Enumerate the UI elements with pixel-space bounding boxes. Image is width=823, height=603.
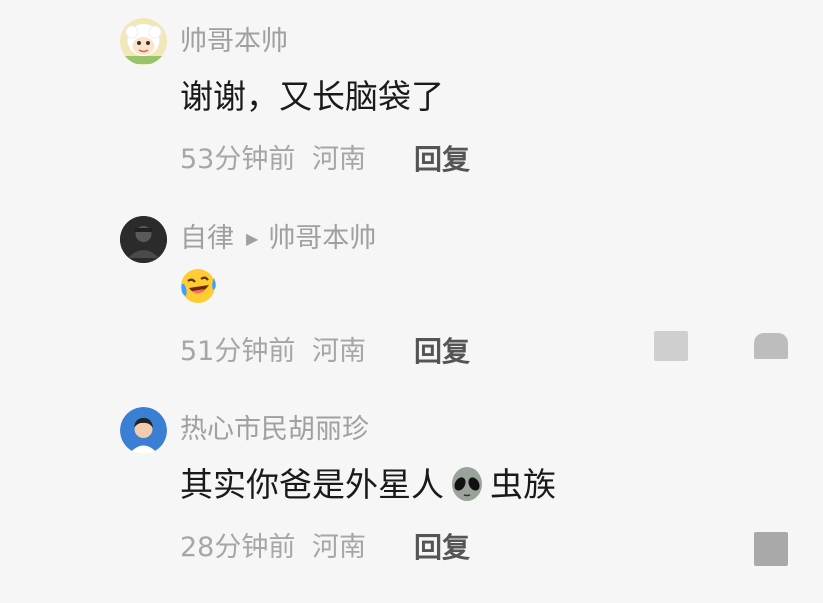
person-photo-avatar-icon <box>120 407 167 454</box>
comment-time: 28分钟前 <box>180 532 296 563</box>
like-icon[interactable] <box>754 532 788 566</box>
comment-meta: 28分钟前 河南 <box>180 531 366 565</box>
avatar[interactable] <box>120 407 167 454</box>
comment-text: 其实你爸是外星人 虫族 <box>180 463 556 507</box>
reply-button[interactable]: 回复 <box>414 531 470 565</box>
username[interactable]: 热心市民胡丽珍 <box>180 413 369 447</box>
comment-item: 热心市民胡丽珍 其实你爸是外星人 虫族 28分钟前 河南 回复 <box>0 0 823 600</box>
alien-emoji-icon <box>448 466 486 504</box>
comment-text-part: 其实你爸是外星人 <box>180 465 444 504</box>
comment-text-part: 虫族 <box>490 465 556 504</box>
comment-location: 河南 <box>311 532 366 563</box>
